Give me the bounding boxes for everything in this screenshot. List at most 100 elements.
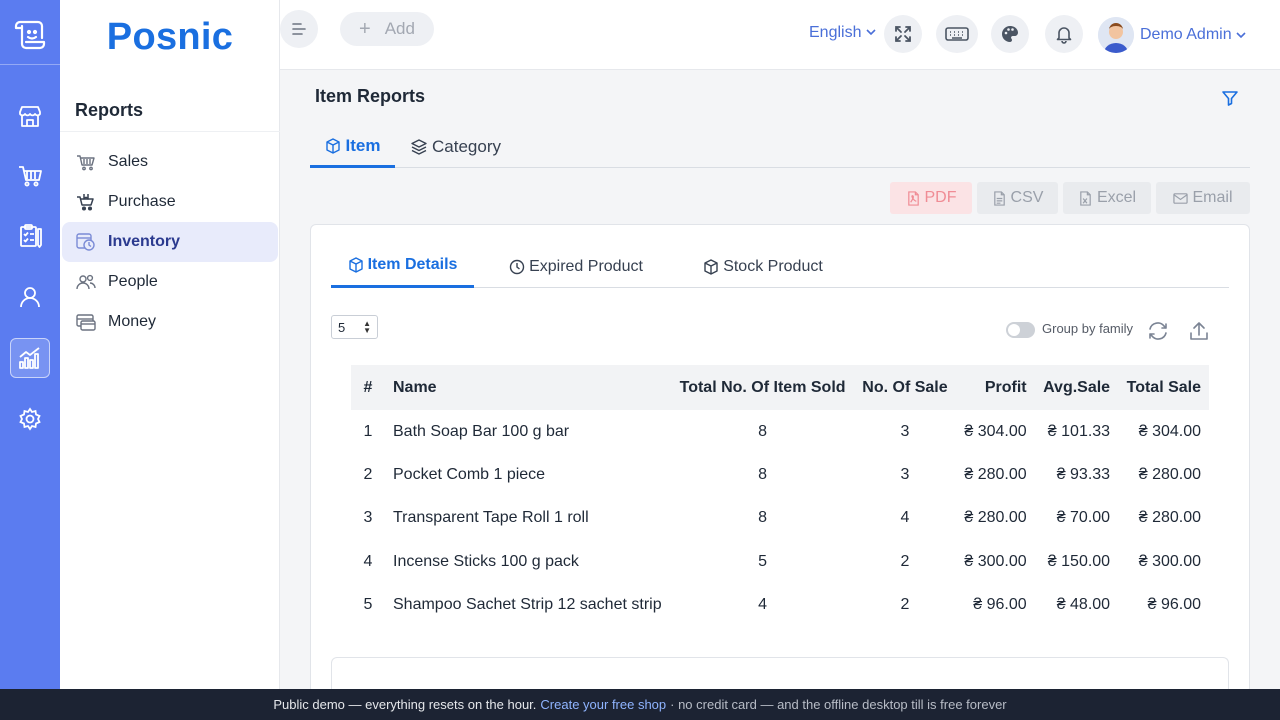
sidebar-divider (60, 131, 280, 132)
envelope-icon (1173, 192, 1189, 204)
rail-cart[interactable] (10, 156, 50, 196)
tab-stock-product[interactable]: Stock Product (695, 245, 831, 288)
tab-expired-product[interactable]: Expired Product (501, 245, 651, 288)
export-label: Email (1192, 189, 1233, 206)
filter-icon[interactable] (1220, 88, 1240, 108)
create-shop-link[interactable]: Create your free shop (540, 697, 666, 712)
chevron-down-icon (866, 29, 876, 36)
plus-icon: + (359, 17, 371, 40)
column-header[interactable]: Total Sale (1118, 365, 1209, 410)
people-icon (76, 272, 96, 292)
upload-icon[interactable] (1188, 320, 1210, 342)
rail-settings[interactable] (10, 399, 50, 439)
profit: ₴ 300.00 (964, 552, 1027, 570)
row-index: 2 (363, 466, 373, 484)
user-menu[interactable]: Demo Admin (1098, 16, 1247, 54)
row-index: 4 (363, 552, 373, 570)
refresh-icon[interactable] (1147, 320, 1169, 342)
cart-icon (76, 192, 96, 212)
rail-store[interactable] (10, 96, 50, 136)
sale-count: 3 (900, 466, 910, 484)
basket-icon (76, 152, 96, 172)
export-csv-button[interactable]: CSV (977, 182, 1058, 214)
group-by-family-label: Group by family (1042, 321, 1134, 336)
item-name: Transparent Tape Roll 1 roll (393, 509, 589, 527)
items-sold: 5 (758, 552, 768, 570)
rail-divider (0, 64, 60, 65)
avg-sale: ₴ 48.00 (1056, 596, 1111, 614)
tab-category[interactable]: Category (411, 126, 501, 168)
export-label: PDF (924, 189, 957, 206)
tab-label: Expired Product (529, 257, 643, 275)
sidebar-item-people[interactable]: People (62, 262, 278, 302)
total-sale: ₴ 280.00 (1138, 509, 1201, 527)
sidebar-item-label: Money (108, 313, 157, 330)
detail-tabs: Item Details Expired Product Stock Produ… (331, 245, 1229, 288)
table-row: 1 Bath Soap Bar 100 g bar 8 3 ₴ 304.00 ₴… (351, 410, 1209, 453)
settings-icon (19, 407, 41, 431)
theme-button[interactable] (991, 15, 1029, 53)
person-icon (20, 287, 40, 308)
column-header[interactable]: # (351, 365, 385, 410)
table-header-row: # Name Total No. Of Item Sold No. Of Sal… (351, 365, 1209, 410)
app-logo-icon[interactable] (10, 12, 50, 52)
keyboard-button[interactable] (936, 15, 978, 53)
total-sale: ₴ 300.00 (1138, 552, 1201, 570)
column-header[interactable]: Total No. Of Item Sold (671, 365, 854, 410)
language-select[interactable]: English (809, 24, 876, 42)
column-header[interactable]: Name (385, 365, 671, 410)
avg-sale: ₴ 150.00 (1047, 552, 1111, 570)
table-row: 2 Pocket Comb 1 piece 8 3 ₴ 280.00 ₴ 93.… (351, 453, 1209, 496)
items-sold: 8 (758, 422, 768, 440)
rail-reports[interactable] (10, 338, 50, 378)
rail-clipboard[interactable] (10, 216, 50, 256)
fullscreen-icon (895, 26, 911, 42)
group-by-family-toggle[interactable] (1006, 322, 1035, 338)
avg-sale: ₴ 101.33 (1047, 422, 1111, 440)
menu-toggle-button[interactable] (280, 10, 318, 48)
tab-item-details[interactable]: Item Details (331, 245, 474, 288)
profit: ₴ 280.00 (964, 509, 1027, 527)
tab-label: Item Details (367, 256, 458, 273)
row-index: 1 (363, 422, 373, 440)
tab-item[interactable]: Item (310, 126, 395, 168)
rail-person[interactable] (10, 277, 50, 317)
avg-sale: ₴ 70.00 (1056, 509, 1111, 527)
column-header[interactable]: No. Of Sale (854, 365, 956, 410)
palette-icon (1002, 26, 1018, 42)
sale-count: 2 (900, 552, 910, 570)
bell-icon (1056, 27, 1072, 44)
menu-icon (292, 23, 306, 35)
export-pdf-button[interactable]: PDF (890, 182, 972, 214)
export-excel-button[interactable]: Excel (1063, 182, 1151, 214)
sale-count: 3 (900, 422, 910, 440)
file-icon (993, 190, 1005, 206)
sidebar-item-sales[interactable]: Sales (62, 142, 278, 182)
item-report-table: # Name Total No. Of Item Sold No. Of Sal… (351, 365, 1209, 627)
sidebar-item-purchase[interactable]: Purchase (62, 182, 278, 222)
excel-file-icon (1080, 190, 1091, 206)
item-name: Shampoo Sachet Strip 12 sachet strip (393, 596, 662, 614)
sidebar-item-inventory[interactable]: Inventory (62, 222, 278, 262)
add-button[interactable]: + Add (340, 12, 434, 46)
sidebar-item-money[interactable]: Money (62, 302, 278, 342)
report-tabs: Item Category (310, 126, 1250, 168)
column-header[interactable]: Profit (956, 365, 1035, 410)
export-email-button[interactable]: Email (1156, 182, 1250, 214)
fullscreen-button[interactable] (884, 15, 922, 53)
toggle-knob (1008, 324, 1020, 336)
cube-icon (348, 257, 363, 273)
avatar (1098, 17, 1134, 53)
brand-logo[interactable]: Posnic (60, 16, 280, 59)
tab-label: Stock Product (723, 257, 823, 275)
table-row: 5 Shampoo Sachet Strip 12 sachet strip 4… (351, 584, 1209, 627)
row-index: 3 (363, 509, 373, 527)
page-size-select[interactable]: 5 ▲ ▼ (331, 315, 378, 339)
notifications-button[interactable] (1045, 15, 1083, 53)
tab-label: Item (345, 135, 381, 155)
column-header[interactable]: Avg.Sale (1035, 365, 1118, 410)
add-button-label: Add (384, 19, 415, 38)
cube-icon (325, 137, 340, 154)
keyboard-icon (945, 27, 969, 41)
pdf-file-icon (907, 190, 919, 206)
